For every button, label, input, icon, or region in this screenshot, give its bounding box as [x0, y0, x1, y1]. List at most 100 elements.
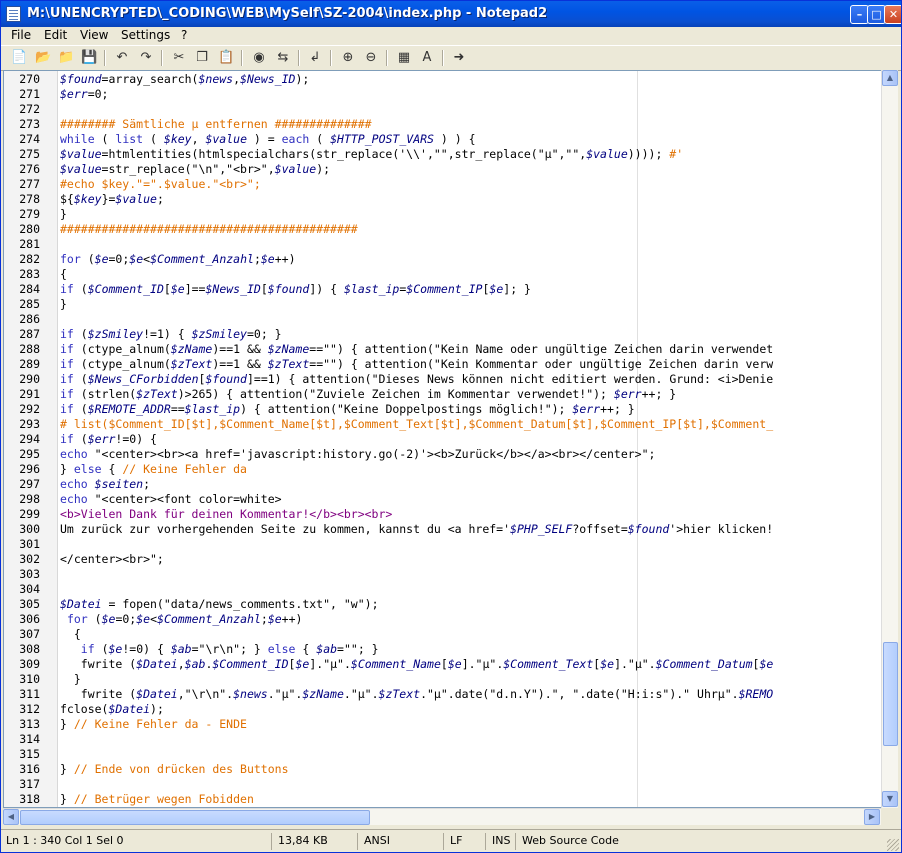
menu-help[interactable]: ?	[181, 28, 187, 42]
code-line[interactable]: 289 if (ctype_alnum($zText)==1 && $zText=…	[4, 357, 882, 372]
redo-icon[interactable]: ↷	[138, 50, 154, 66]
code-token: <	[150, 612, 158, 626]
code-line[interactable]: 284 if ($Comment_ID[$e]==$News_ID[$found]…	[4, 282, 882, 297]
status-scheme[interactable]: Web Source Code	[522, 834, 619, 849]
code-line[interactable]: 296} else { // Keine Fehler da	[4, 462, 882, 477]
code-line[interactable]: 298 echo "<center><font color=white>	[4, 492, 882, 507]
code-line[interactable]: 288 if (ctype_alnum($zName)==1 && $zName=…	[4, 342, 882, 357]
cut-icon[interactable]: ✂	[171, 50, 187, 66]
code-token: (ctype_alnum(	[73, 357, 171, 371]
browse-icon[interactable]: 📁	[58, 50, 74, 66]
notepad-app-icon[interactable]	[6, 6, 21, 22]
status-line-ending[interactable]: LF	[450, 834, 462, 849]
code-line[interactable]: 287 if ($zSmiley!=1) { $zSmiley=0; }	[4, 327, 882, 342]
code-line[interactable]: 318} // Betrüger wegen Fobidden	[4, 792, 882, 807]
code-line[interactable]: 293 # list($Comment_ID[$t],$Comment_Name[…	[4, 417, 882, 432]
code-line[interactable]: 291 if (strlen($zText)>265) { attention("…	[4, 387, 882, 402]
code-line[interactable]: 277 #echo $key."=".$value."<br>";	[4, 177, 882, 192]
code-line[interactable]: 297 echo $seiten;	[4, 477, 882, 492]
horizontal-scrollbar[interactable]: ◀ ▶	[3, 808, 881, 825]
save-icon[interactable]: 💾	[81, 50, 97, 66]
find-icon[interactable]: ◉	[251, 50, 267, 66]
line-number: 316	[19, 762, 40, 776]
code-line[interactable]: 283 {	[4, 267, 882, 282]
code-line[interactable]: 299 <b>Vielen Dank für deinen Kommentar!<…	[4, 507, 882, 522]
code-line[interactable]: 309 fwrite ($Datei,$ab.$Comment_ID[$e]."…	[4, 657, 882, 672]
code-line[interactable]: 302 </center><br>";	[4, 552, 882, 567]
code-line[interactable]: 301	[4, 537, 882, 552]
code-line[interactable]: 310 }	[4, 672, 882, 687]
code-line[interactable]: 307 {	[4, 627, 882, 642]
open-icon[interactable]: 📂	[35, 50, 51, 66]
code-line[interactable]: 275 $value=htmlentities(htmlspecialchars(…	[4, 147, 882, 162]
code-line[interactable]: 314	[4, 732, 882, 747]
code-line[interactable]: 306 for ($e=0;$e<$Comment_Anzahl;$e++)	[4, 612, 882, 627]
wordwrap-icon[interactable]: ↲	[307, 50, 323, 66]
code-line[interactable]: 292 if ($REMOTE_ADDR==$last_ip) { attenti…	[4, 402, 882, 417]
code-line[interactable]: 295 echo "<center><br><a href='javascript…	[4, 447, 882, 462]
scroll-up-icon[interactable]: ▲	[882, 70, 898, 86]
code-line[interactable]: 276 $value=str_replace("\n","<br>",$value…	[4, 162, 882, 177]
code-line[interactable]: 304	[4, 582, 882, 597]
code-line[interactable]: 271 $err=0;	[4, 87, 882, 102]
code-line[interactable]: 311 fwrite ($Datei,"\r\n".$news."µ".$zNa…	[4, 687, 882, 702]
new-icon[interactable]: 📄	[11, 50, 27, 66]
code-line[interactable]: 312 fclose($Datei);	[4, 702, 882, 717]
scheme-icon[interactable]: ▦	[396, 50, 412, 66]
code-editor[interactable]: 270 $found=array_search($news,$News_ID); 2…	[3, 70, 883, 808]
exit-icon[interactable]: ➜	[451, 50, 467, 66]
code-line[interactable]: 278 ${$key}=$value;	[4, 192, 882, 207]
copy-icon[interactable]: ❐	[194, 50, 210, 66]
menu-view[interactable]: View	[80, 28, 108, 42]
window-title: M:\UNENCRYPTED\_CODING\WEB\MySelf\SZ-200…	[27, 6, 548, 21]
line-number: 313	[19, 717, 40, 731]
replace-icon[interactable]: ⇆	[275, 50, 291, 66]
line-number: 275	[19, 147, 40, 161]
code-line[interactable]: 273 ######## Sämtliche µ entfernen ######…	[4, 117, 882, 132]
code-line[interactable]: 281	[4, 237, 882, 252]
horizontal-scroll-thumb[interactable]	[20, 810, 370, 825]
code-line[interactable]: 286	[4, 312, 882, 327]
code-token: ]) {	[309, 282, 344, 296]
undo-icon[interactable]: ↶	[114, 50, 130, 66]
code-token: $zText	[378, 687, 421, 701]
code-token: $e	[108, 642, 123, 656]
code-line[interactable]: 282 for ($e=0;$e<$Comment_Anzahl;$e++)	[4, 252, 882, 267]
code-line[interactable]: 270 $found=array_search($news,$News_ID);	[4, 72, 882, 87]
code-line[interactable]: 274 while ( list ( $key, $value ) = each …	[4, 132, 882, 147]
code-line[interactable]: 303	[4, 567, 882, 582]
code-line[interactable]: 280 #####################################…	[4, 222, 882, 237]
font-icon[interactable]: A	[419, 50, 435, 66]
scroll-down-icon[interactable]: ▼	[882, 791, 898, 807]
zoom-out-icon[interactable]: ⊖	[363, 50, 379, 66]
vertical-scroll-thumb[interactable]	[883, 642, 898, 746]
code-line[interactable]: 313} // Keine Fehler da - ENDE	[4, 717, 882, 732]
menu-edit[interactable]: Edit	[44, 28, 67, 42]
close-button[interactable]: ✕	[884, 5, 901, 24]
code-line[interactable]: 315	[4, 747, 882, 762]
resize-grip-icon[interactable]	[887, 839, 899, 851]
code-line[interactable]: 305 $Datei = fopen("data/news_comments.tx…	[4, 597, 882, 612]
scroll-left-icon[interactable]: ◀	[3, 809, 19, 825]
code-line[interactable]: 300 Um zurück zur vorhergehenden Seite zu…	[4, 522, 882, 537]
zoom-in-icon[interactable]: ⊕	[340, 50, 356, 66]
code-line[interactable]: 308 if ($e!=0) { $ab="\r\n"; } else { $a…	[4, 642, 882, 657]
code-line[interactable]: 290 if ($News_CForbidden[$found]==1) { at…	[4, 372, 882, 387]
code-token: </center><br>";	[60, 552, 164, 566]
scroll-right-icon[interactable]: ▶	[864, 809, 880, 825]
code-line[interactable]: 272	[4, 102, 882, 117]
line-code: $err=0;	[60, 87, 108, 102]
code-line[interactable]: 285}	[4, 297, 882, 312]
vertical-scrollbar[interactable]: ▲ ▼	[881, 70, 898, 808]
code-line[interactable]: 316} // Ende von drücken des Buttons	[4, 762, 882, 777]
paste-icon[interactable]: 📋	[218, 50, 234, 66]
status-encoding[interactable]: ANSI	[364, 834, 390, 849]
code-token: $Datei	[136, 687, 178, 701]
code-line[interactable]: 279}	[4, 207, 882, 222]
code-token: $value	[205, 132, 247, 146]
code-line[interactable]: 317	[4, 777, 882, 792]
code-token: $e	[267, 612, 282, 626]
code-line[interactable]: 294 if ($err!=0) {	[4, 432, 882, 447]
menu-file[interactable]: File	[11, 28, 31, 42]
menu-settings[interactable]: Settings	[121, 28, 170, 42]
